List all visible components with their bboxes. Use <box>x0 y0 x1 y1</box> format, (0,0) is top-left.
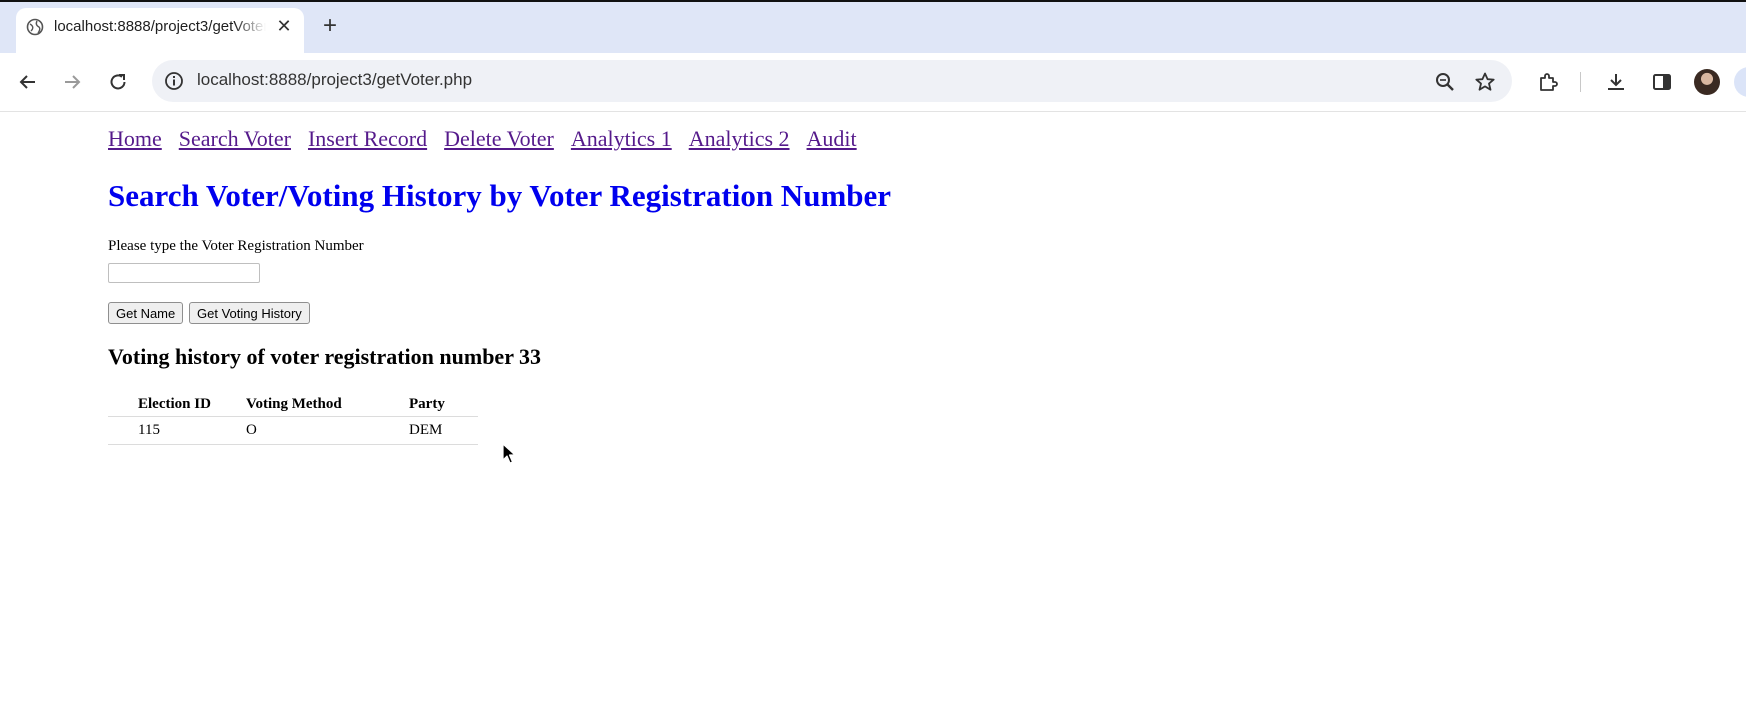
registration-number-input[interactable] <box>108 263 260 283</box>
table-row: 115 O DEM <box>108 416 478 445</box>
nav-link-delete-voter[interactable]: Delete Voter <box>444 126 554 151</box>
browser-toolbar: localhost:8888/project3/getVoter.php <box>0 53 1746 112</box>
voting-history-table: Election ID Voting Method Party 115 O DE… <box>108 392 478 445</box>
download-icon[interactable] <box>1604 70 1628 94</box>
nav-link-insert-record[interactable]: Insert Record <box>308 126 427 151</box>
globe-icon <box>26 18 44 36</box>
get-name-button[interactable]: Get Name <box>108 302 184 324</box>
tab-title: localhost:8888/project3/getVoter.php <box>54 18 266 35</box>
bookmark-star-icon[interactable] <box>1474 71 1496 93</box>
page-content: Home Search Voter Insert Record Delete Vote… <box>0 112 1746 714</box>
window-top-edge <box>0 0 1746 2</box>
reload-icon[interactable] <box>106 70 130 94</box>
profile-menu-edge[interactable] <box>1734 67 1746 97</box>
nav-link-search-voter[interactable]: Search Voter <box>179 126 291 151</box>
site-nav: Home Search Voter Insert Record Delete Vote… <box>108 126 874 152</box>
column-header-voting-method: Voting Method <box>246 392 409 417</box>
cell-voting-method: O <box>246 416 409 445</box>
new-tab-icon[interactable]: + <box>318 14 342 38</box>
back-arrow-icon[interactable] <box>16 70 40 94</box>
url-text[interactable]: localhost:8888/project3/getVoter.php <box>197 70 472 90</box>
registration-prompt-label: Please type the Voter Registration Numbe… <box>108 238 364 254</box>
toolbar-divider <box>1580 72 1581 92</box>
profile-avatar[interactable] <box>1694 69 1720 95</box>
browser-tab[interactable]: localhost:8888/project3/getVoter.php ✕ <box>16 8 304 53</box>
page-title: Search Voter/Voting History by Voter Reg… <box>108 178 892 213</box>
get-voting-history-button[interactable]: Get Voting History <box>189 302 310 324</box>
column-header-election-id: Election ID <box>108 392 246 417</box>
nav-link-home[interactable]: Home <box>108 126 162 151</box>
cell-party: DEM <box>409 416 478 445</box>
forward-arrow-icon[interactable] <box>60 70 84 94</box>
extensions-icon[interactable] <box>1536 70 1560 94</box>
mouse-cursor-icon <box>502 443 516 464</box>
side-panel-icon[interactable] <box>1650 70 1674 94</box>
nav-link-analytics-1[interactable]: Analytics 1 <box>571 126 672 151</box>
cell-election-id: 115 <box>108 416 246 445</box>
info-icon[interactable] <box>164 71 184 91</box>
voting-history-title: Voting history of voter registration num… <box>108 344 542 369</box>
close-tab-icon[interactable]: ✕ <box>274 16 294 36</box>
zoom-icon[interactable] <box>1434 71 1456 93</box>
table-header-row: Election ID Voting Method Party <box>108 392 478 417</box>
address-bar[interactable]: localhost:8888/project3/getVoter.php <box>152 60 1512 102</box>
nav-link-analytics-2[interactable]: Analytics 2 <box>689 126 790 151</box>
nav-link-audit[interactable]: Audit <box>807 126 857 151</box>
browser-chrome: localhost:8888/project3/getVoter.php ✕ +… <box>0 0 1746 112</box>
column-header-party: Party <box>409 392 478 417</box>
